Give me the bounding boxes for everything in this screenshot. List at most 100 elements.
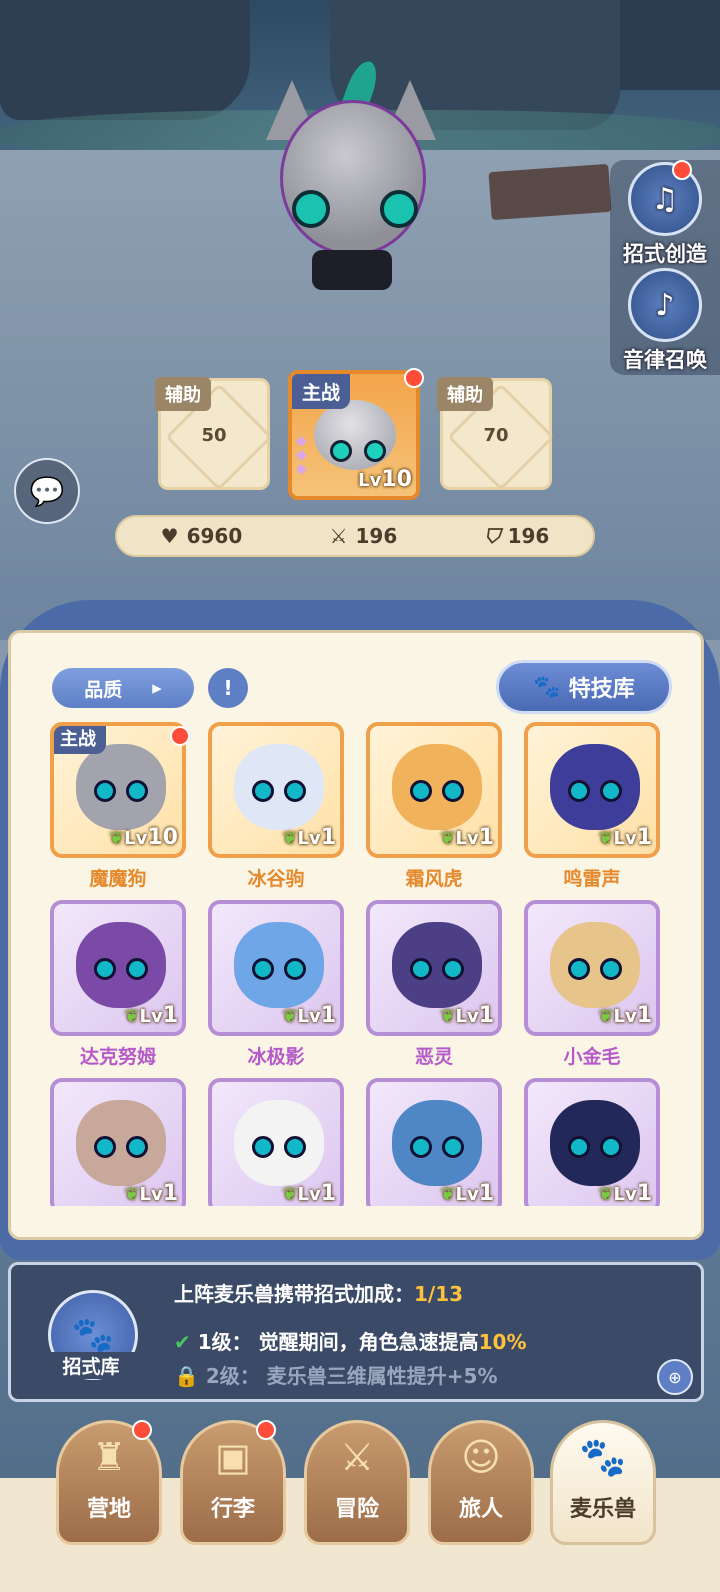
background-rock — [620, 0, 720, 90]
level-label: ❦Lv1 — [124, 1181, 178, 1206]
level-value: 1 — [478, 825, 494, 850]
monster-portrait — [550, 744, 640, 830]
monster-eye — [252, 780, 274, 802]
monster-card[interactable]: ❦Lv1 恶灵 — [366, 900, 502, 1069]
monster-card[interactable]: ❦Lv1 冰谷驹 — [208, 722, 344, 891]
level-prefix: Lv — [455, 1006, 479, 1027]
sprout-icon: ❦ — [282, 1184, 298, 1205]
level-prefix: Lv — [358, 470, 382, 491]
monster-card-frame: ❦Lv1 — [208, 1078, 344, 1206]
level-value: 1 — [320, 825, 336, 850]
level-prefix: Lv — [297, 1006, 321, 1027]
monster-eye — [410, 958, 432, 980]
monster-card[interactable]: ❦Lv1 冰极影 — [208, 900, 344, 1069]
chat-bubble-icon: 💬 — [29, 474, 65, 508]
shield-icon: ⛉ — [484, 524, 500, 548]
level-label: ❦Lv1 — [282, 1181, 336, 1206]
hp-value: 6960 — [186, 524, 243, 548]
monster-card[interactable]: ❦Lv1 达克努姆 — [50, 900, 186, 1069]
melody-summon-button[interactable]: ♪ 音律召唤 — [610, 268, 720, 374]
paw-icon: 🐾 — [533, 674, 561, 700]
melody-beast-icon: 🐾 — [579, 1435, 627, 1479]
monster-card[interactable]: ❦Lv1 小金毛 — [524, 900, 660, 1069]
castle-icon: ♜ — [91, 1435, 127, 1479]
level-value: 1 — [636, 1003, 652, 1028]
support-slot-right[interactable]: 辅助 70 — [437, 377, 555, 491]
monster-eye — [94, 958, 116, 980]
monster-card-frame: ❦Lv1 — [50, 900, 186, 1036]
monster-portrait — [76, 922, 166, 1008]
level-label: ❦Lv10 — [109, 825, 178, 850]
monster-name: 恶灵 — [414, 1046, 453, 1068]
level-prefix: Lv — [455, 1184, 479, 1205]
tab-label: 行李 — [210, 1497, 255, 1522]
monster-card[interactable]: 主战 ❦Lv10 魔魔狗 — [50, 722, 186, 891]
skill-library-button[interactable]: 🐾 特技库 — [496, 660, 672, 714]
monster-portrait — [234, 1100, 324, 1186]
monster-portrait — [550, 922, 640, 1008]
level-value: 1 — [636, 1181, 652, 1206]
monster-eye — [600, 958, 622, 980]
monster-eye — [94, 780, 116, 802]
chest-icon: ▣ — [215, 1435, 251, 1479]
monster-card[interactable]: ❦Lv1 霜风虎 — [366, 722, 502, 891]
monster-eye — [568, 1136, 590, 1158]
monster-card[interactable]: ❦Lv1 鸣雷声 — [524, 722, 660, 891]
tab-4[interactable]: 🐾 麦乐兽 — [550, 1420, 656, 1545]
monster-portrait — [76, 744, 166, 830]
level-prefix: Lv — [613, 1006, 637, 1027]
level-value: 1 — [162, 1003, 178, 1028]
level-prefix: Lv — [124, 828, 148, 849]
skill-library-shortcut-label: 招式库 — [38, 1352, 144, 1379]
monster-card[interactable]: ❦Lv1 — [366, 1078, 502, 1206]
chevron-right-icon: ▸ — [152, 677, 162, 699]
defense-value: 196 — [507, 524, 550, 548]
swords-icon: ⚔ — [339, 1435, 375, 1479]
level-label: ❦Lv1 — [598, 825, 652, 850]
level-label: ❦Lv1 — [598, 1003, 652, 1028]
tab-3[interactable]: ☺ 旅人 — [428, 1420, 534, 1545]
monster-card[interactable]: ❦Lv1 — [524, 1078, 660, 1206]
level-value: 10 — [147, 825, 178, 850]
sprout-icon: ❦ — [282, 828, 298, 849]
monster-name: 达克努姆 — [79, 1046, 156, 1068]
monster-eye — [252, 958, 274, 980]
handbook-icon[interactable]: ! — [208, 668, 248, 708]
tab-2[interactable]: ⚔ 冒险 — [304, 1420, 410, 1545]
crossed-swords-icon: ⚔ — [329, 524, 348, 548]
chat-button[interactable]: 💬 — [14, 458, 80, 524]
lyre-icon: ♪ — [628, 268, 702, 342]
monster-portrait — [76, 1100, 166, 1186]
monster-name: 冰极影 — [247, 1046, 305, 1068]
lock-icon: 🔒 — [174, 1364, 199, 1388]
notification-dot — [256, 1420, 276, 1440]
monster-card-frame: ❦Lv1 — [366, 1078, 502, 1206]
monster-eye — [568, 958, 590, 980]
zoom-in-icon[interactable]: ⊕ — [657, 1359, 693, 1395]
level-label: ❦Lv1 — [124, 1003, 178, 1028]
level-value: 1 — [162, 1181, 178, 1206]
monster-name: 鸣雷声 — [563, 868, 621, 890]
level-label: ❦Lv1 — [282, 1003, 336, 1028]
level-label: ❦Lv1 — [440, 1003, 494, 1028]
bonus-progress: 1/13 — [414, 1282, 464, 1306]
main-monster-model[interactable] — [262, 57, 442, 310]
monster-portrait — [550, 1100, 640, 1186]
monster-card[interactable]: ❦Lv1 — [208, 1078, 344, 1206]
monster-card[interactable]: ❦Lv1 — [50, 1078, 186, 1206]
monster-card-frame: ❦Lv1 — [366, 722, 502, 858]
skill-library-label: 特技库 — [568, 677, 635, 702]
sprout-icon: ❦ — [598, 1184, 614, 1205]
traveler-icon: ☺ — [461, 1435, 501, 1479]
main-battle-slot[interactable]: 主战 ◆ ◆ ◆ Lv10 — [288, 370, 420, 500]
hp-stat: ♥ 6960 — [161, 524, 243, 548]
tab-label: 麦乐兽 — [569, 1497, 636, 1522]
support-slot-left[interactable]: 辅助 50 — [155, 377, 273, 491]
sprout-icon: ❦ — [440, 1184, 456, 1205]
monster-eye — [126, 1136, 148, 1158]
skill-create-label: 招式创造 — [623, 242, 707, 266]
level-label: ❦Lv1 — [440, 1181, 494, 1206]
monster-card-frame: ❦Lv1 — [524, 722, 660, 858]
quality-filter-button[interactable]: 品质 ▸ — [52, 668, 194, 708]
skill-create-button[interactable]: ♫ 招式创造 — [610, 162, 720, 268]
